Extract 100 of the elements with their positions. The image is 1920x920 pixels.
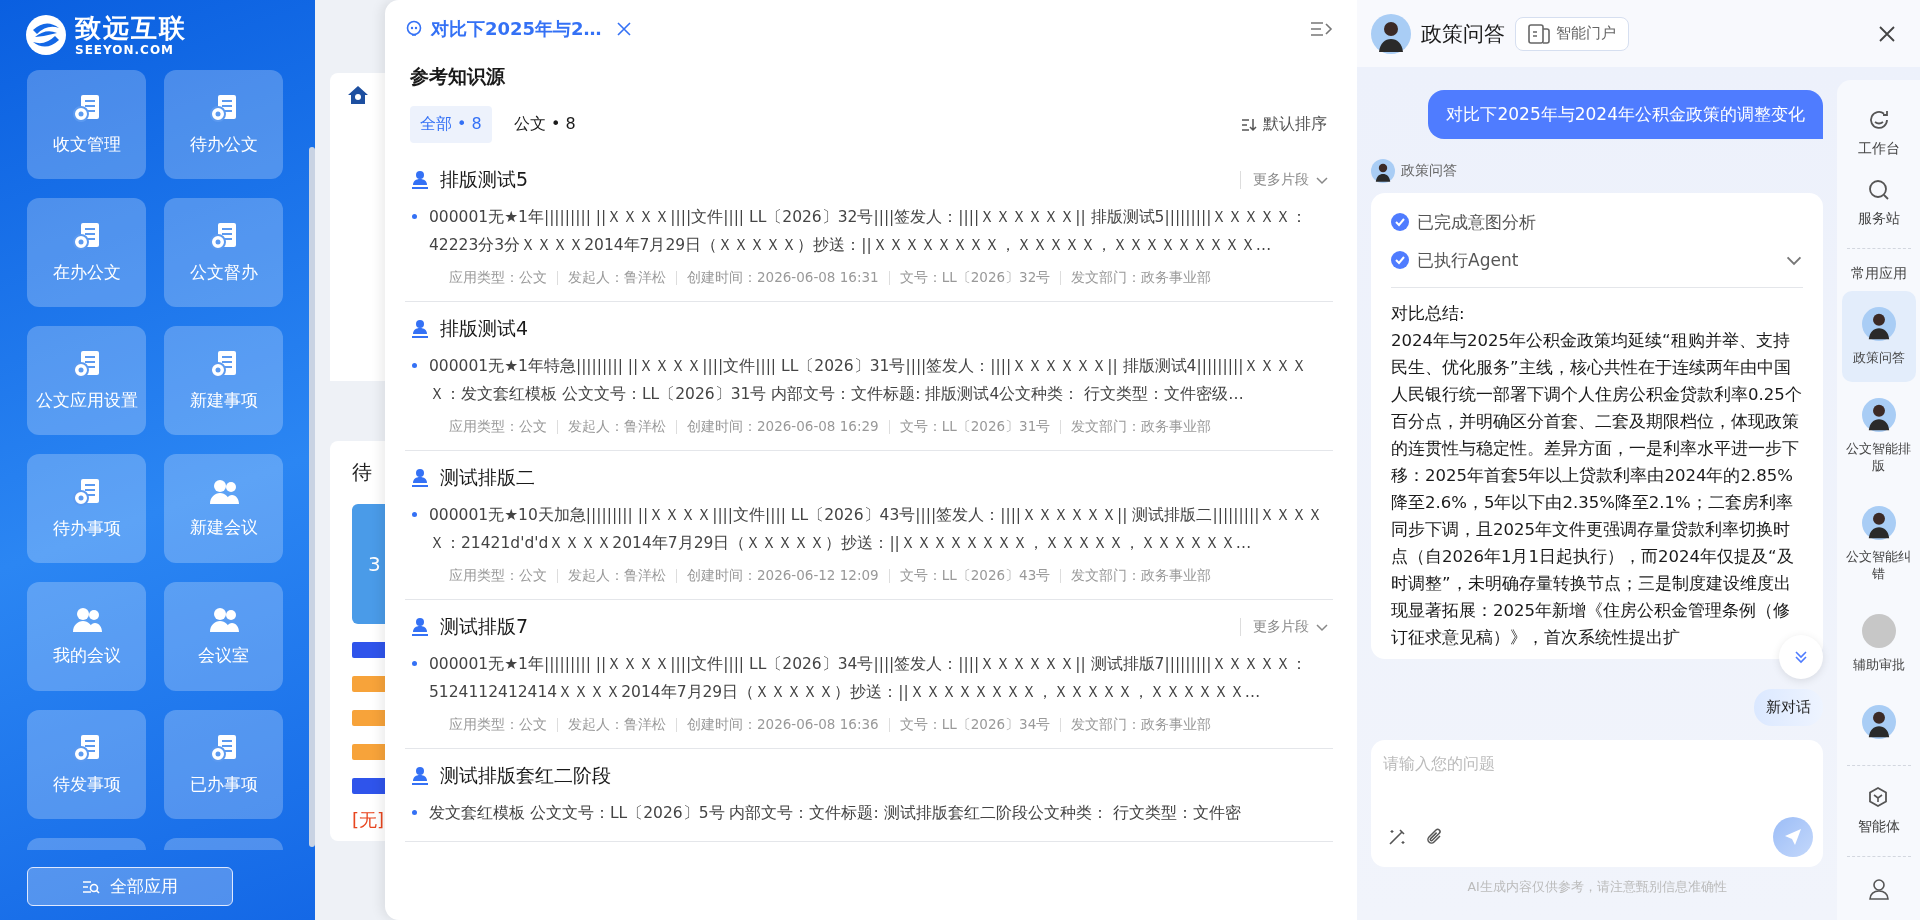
app-tile[interactable]: [164, 838, 283, 850]
rail-button[interactable]: 服务站: [1841, 168, 1916, 238]
scrollbar[interactable]: [309, 147, 315, 847]
avatar-icon: [1861, 705, 1896, 739]
app-tile[interactable]: 公文应用设置: [27, 326, 146, 435]
document-title[interactable]: 测试排版二: [440, 465, 535, 491]
meta-field: 文号：LL〔2026〕34号: [889, 716, 1061, 734]
app-tile[interactable]: [27, 838, 146, 850]
document-title[interactable]: 排版测试4: [440, 316, 529, 342]
bullet-icon: [412, 661, 417, 666]
bullet-icon: [412, 810, 417, 815]
stamp-icon: [410, 766, 430, 786]
bullet-icon: [412, 214, 417, 219]
filter-tab[interactable]: 公文 • 8: [503, 106, 586, 143]
collapse-panel-button[interactable]: [1309, 20, 1333, 38]
meta-field: 文号：LL〔2026〕32号: [889, 269, 1061, 287]
avatar-placeholder: [1861, 614, 1896, 648]
document-icon: [71, 349, 102, 379]
check-icon: [1391, 213, 1409, 231]
meta-field: 应用类型：公文: [439, 269, 557, 287]
meta-field: 发起人：鲁洋松: [558, 269, 676, 287]
all-apps-button[interactable]: 全部应用: [27, 867, 233, 906]
document-icon: [71, 477, 102, 507]
app-tile[interactable]: 会议室: [164, 582, 283, 691]
close-button[interactable]: [1878, 24, 1896, 43]
app-tile[interactable]: 在办公文: [27, 198, 146, 307]
meta-field: 创建时间：2026-06-12 12:09: [677, 567, 889, 585]
document-icon: [208, 733, 239, 763]
app-tile[interactable]: 公文督办: [164, 198, 283, 307]
list-search-icon: [82, 878, 100, 895]
count-tile: 3: [352, 504, 385, 624]
meta-field: 文号：LL〔2026〕43号: [889, 567, 1061, 585]
magic-wand-icon[interactable]: [1387, 827, 1407, 847]
snippet-text: 000001无★1年||||||||| ||ＸＸＸＸ||||文件|||| LL〔2026〕34号||||签发人：||||ＸＸＸＸＸＸ|| 测试排版7|||||||||ＸＸＸＸＸ：5124112412414ＸＸＸＸ2014年7月29日（ＸＸＸＸＸ）抄送：||ＸＸＸＸＸＸＸＸ，ＸＸＸＸＸ，ＸＸＸＸＸＸ…: [429, 654, 1309, 703]
user-icon: [1866, 877, 1891, 901]
meta-field: 应用类型：公文: [439, 418, 557, 436]
portal-button[interactable]: 智能门户: [1515, 16, 1629, 51]
meta-field: 发文部门：政务事业部: [1061, 269, 1222, 287]
sort-button[interactable]: 默认排序: [1235, 113, 1333, 136]
app-button[interactable]: 公文智能排版: [1841, 382, 1916, 490]
meta-field: 发文部门：政务事业部: [1061, 418, 1222, 436]
meta-field: 发文部门：政务事业部: [1061, 567, 1222, 585]
app-tile[interactable]: 新建事项: [164, 326, 283, 435]
new-chat-button[interactable]: 新对话: [1754, 689, 1823, 726]
meta-field: 应用类型：公文: [439, 716, 557, 734]
meta-field: 发起人：鲁洋松: [558, 716, 676, 734]
avatar-icon: [1861, 307, 1896, 341]
send-icon: [1783, 827, 1803, 847]
avatar-icon: [1861, 506, 1896, 540]
close-tab-button[interactable]: [615, 21, 632, 37]
app-button[interactable]: 辅助审批: [1841, 598, 1916, 689]
input-card[interactable]: 请输入您的问题: [1371, 740, 1823, 867]
home-icon[interactable]: [347, 85, 369, 105]
snippet-text: 000001无★1年特急||||||||| ||ＸＸＸＸ||||文件|||| LL〔2026〕31号||||签发人：||||ＸＸＸＸＸＸ|| 排版测试4|||||||||ＸＸＸＸＸ：发文套红模板 公文文号：LL〔2026〕31号 内部文号：文件标题: 排版测试4公文种类： 行文类型：文件密级…: [429, 356, 1309, 405]
bullet-icon: [412, 512, 417, 517]
status-text: [无]: [352, 808, 385, 832]
question-input[interactable]: 请输入您的问题: [1381, 752, 1813, 817]
meta-field: 创建时间：2026-06-08 16:31: [677, 269, 889, 287]
panel-title: 参考知识源: [409, 64, 506, 89]
meta-field: 创建时间：2026-06-08 16:36: [677, 716, 889, 734]
app-button[interactable]: 公文智能纠错: [1841, 490, 1916, 598]
panel-tab[interactable]: 对比下2025年与2…: [405, 17, 602, 41]
document-icon: [71, 93, 102, 123]
stamp-icon: [410, 617, 430, 637]
app-tile[interactable]: 已办事项: [164, 710, 283, 819]
meta-field: 文号：LL〔2026〕31号: [889, 418, 1061, 436]
rail-button[interactable]: 智能体: [1841, 776, 1916, 846]
app-tile[interactable]: 待办公文: [164, 70, 283, 179]
meta-field: 发文部门：政务事业部: [1061, 716, 1222, 734]
people-icon: [207, 606, 240, 634]
filter-tab[interactable]: 全部 • 8: [410, 106, 492, 143]
search-icon: [1866, 178, 1891, 202]
stamp-icon: [410, 468, 430, 488]
avatar-icon: [1371, 13, 1411, 54]
app-tile[interactable]: 新建会议: [164, 454, 283, 563]
sort-icon: [1241, 117, 1257, 132]
section-label: 常用应用: [1850, 265, 1907, 283]
snippet-text: 000001无★1年||||||||| ||ＸＸＸＸ||||文件|||| LL〔2026〕32号||||签发人：||||ＸＸＸＸＸＸ|| 排版测试5|||||||||ＸＸＸＸＸ：42223分3分ＸＸＸＸ2014年7月29日（ＸＸＸＸＸ）抄送：||ＸＸＸＸＸＸＸＸ，ＸＸＸＸＸ，ＸＸＸＸＸＸＸＸＸ…: [429, 207, 1309, 256]
app-tile[interactable]: 待办事项: [27, 454, 146, 563]
app-button[interactable]: 政策问答: [1841, 291, 1916, 382]
document-icon: [208, 93, 239, 123]
logo-icon: [25, 14, 67, 56]
document-title[interactable]: 排版测试5: [440, 167, 529, 193]
user-message: 对比下2025年与2024年公积金政策的调整变化: [1428, 90, 1823, 139]
app-tile[interactable]: 我的会议: [27, 582, 146, 691]
more-snippets-button[interactable]: 更多片段: [1240, 618, 1333, 636]
more-snippets-button[interactable]: 更多片段: [1240, 171, 1333, 189]
meta-field: 发起人：鲁洋松: [558, 418, 676, 436]
rail-button[interactable]: 工作台: [1841, 98, 1916, 168]
app-tile[interactable]: 收文管理: [27, 70, 146, 179]
step-label: 已完成意图分析: [1417, 210, 1536, 234]
meta-field: 创建时间：2026-06-08 16:29: [677, 418, 889, 436]
avatar-icon: [1861, 398, 1896, 432]
logo-domain: SEEYON.COM: [75, 43, 176, 57]
document-title[interactable]: 测试排版套红二阶段: [440, 763, 611, 789]
step-label: 已执行Agent: [1417, 248, 1519, 272]
bullet-icon: [412, 363, 417, 368]
document-title[interactable]: 测试排版7: [440, 614, 529, 640]
people-icon: [207, 478, 240, 506]
app-tile[interactable]: 待发事项: [27, 710, 146, 819]
